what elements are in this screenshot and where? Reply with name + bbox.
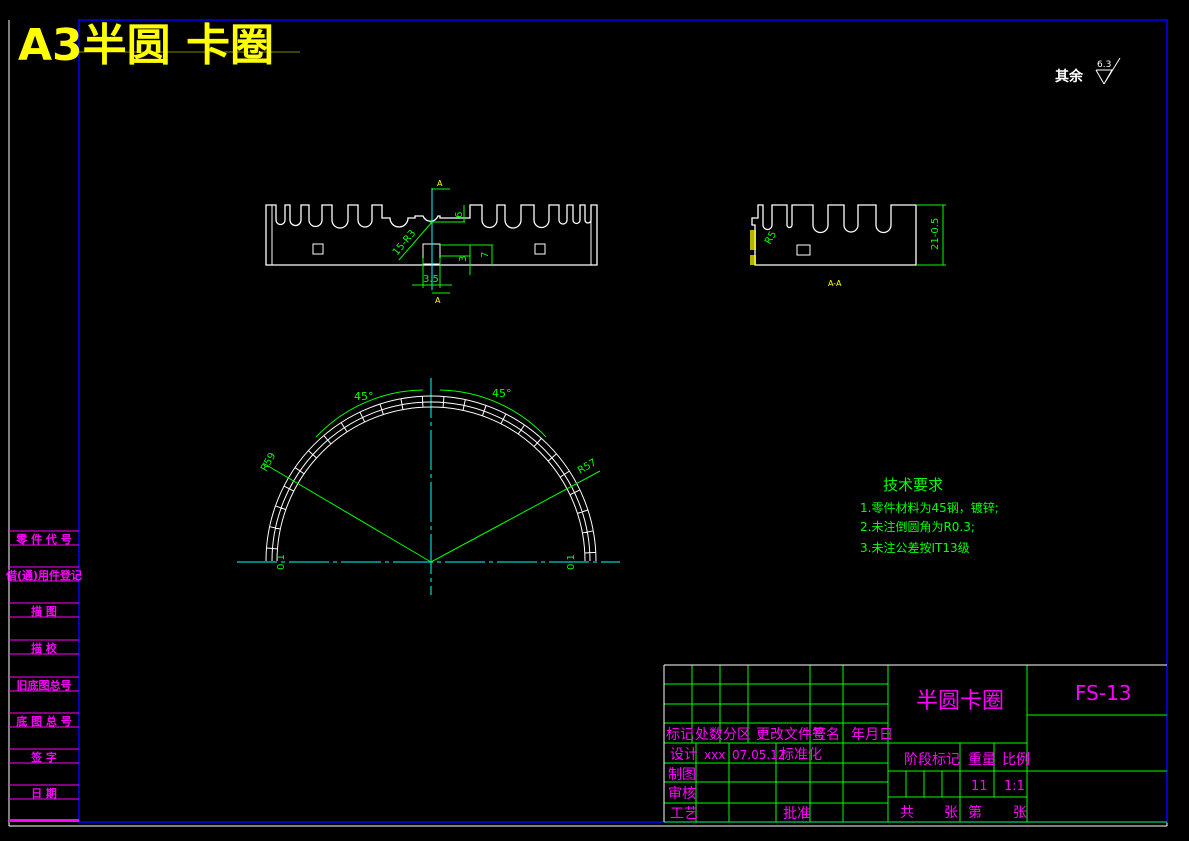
svg-text:年月日: 年月日: [851, 727, 893, 743]
svg-text:A: A: [437, 179, 443, 188]
svg-text:6.3: 6.3: [1097, 60, 1111, 70]
svg-text:分区: 分区: [723, 727, 751, 743]
roughness-symbol: 其余 6.3: [1055, 57, 1121, 85]
side-view: R5 21-0.5 A-A: [750, 204, 946, 288]
strip-bar: [9, 819, 79, 822]
svg-text:标准化: 标准化: [780, 747, 822, 763]
cad-drawing: A3半圆 卡圈 其余 6.3 A A 6 15-R3 3 7 3.5 R5 21…: [5, 19, 1168, 827]
svg-text:6: 6: [454, 212, 465, 218]
tech-requirements: 技术要求 1.零件材料为45钢，镀锌; 2.未注倒圆角为R0.3; 3.未注公差…: [860, 476, 999, 555]
svg-text:半圆卡圈: 半圆卡圈: [916, 689, 1004, 714]
svg-text:3.未注公差按IT13级: 3.未注公差按IT13级: [860, 540, 970, 555]
svg-text:A: A: [435, 296, 441, 305]
svg-text:共: 共: [900, 805, 914, 821]
strip-label: 描 图: [31, 604, 57, 618]
svg-text:标记: 标记: [666, 727, 694, 743]
svg-text:21-0.5: 21-0.5: [930, 218, 941, 250]
svg-text:11: 11: [971, 779, 988, 794]
side-strip: 零 件 代 号借(通)用件登记描 图描 校旧底图总号底 图 总 号签 字日 期: [5, 530, 82, 822]
svg-text:07.05.12: 07.05.12: [732, 748, 785, 762]
svg-text:0.1: 0.1: [276, 554, 287, 570]
svg-text:7: 7: [480, 252, 491, 258]
svg-text:审核: 审核: [668, 786, 696, 802]
strip-label: 签 字: [30, 750, 57, 764]
svg-text:45°: 45°: [492, 387, 512, 400]
strip-label: 旧底图总号: [17, 678, 72, 692]
front-view: A A 6 15-R3 3 7 3.5: [265, 179, 598, 305]
svg-text:2.未注倒圆角为R0.3;: 2.未注倒圆角为R0.3;: [860, 519, 975, 534]
svg-text:签名: 签名: [812, 726, 840, 743]
drawing-title: A3半圆 卡圈: [18, 20, 274, 71]
svg-text:技术要求: 技术要求: [883, 476, 943, 494]
svg-text:重量: 重量: [968, 752, 996, 768]
strip-label: 日 期: [31, 786, 57, 800]
svg-text:张: 张: [944, 805, 958, 821]
arc-view: 45° 45° R59 R57 0.1 0.1: [237, 378, 620, 595]
svg-text:xxx: xxx: [704, 748, 725, 762]
svg-text:批准: 批准: [783, 806, 811, 822]
svg-text:A-A: A-A: [828, 279, 842, 288]
svg-text:1:1: 1:1: [1004, 779, 1025, 794]
svg-text:比例: 比例: [1002, 752, 1030, 768]
strip-label: 零 件 代 号: [15, 532, 72, 546]
strip-label: 描 校: [31, 641, 58, 655]
title-block: 标记 处数 分区 更改文件号 签名 年月日 设计 制图 审核 工艺 xxx 07…: [663, 664, 1167, 823]
svg-text:1.零件材料为45钢，镀锌;: 1.零件材料为45钢，镀锌;: [860, 501, 999, 515]
svg-text:3.5: 3.5: [423, 274, 439, 285]
svg-text:0.1: 0.1: [566, 554, 577, 570]
svg-text:张: 张: [1013, 805, 1027, 821]
svg-text:45°: 45°: [354, 390, 374, 403]
svg-text:制图: 制图: [668, 767, 696, 783]
svg-text:设计: 设计: [670, 747, 698, 763]
strip-label: 底 图 总 号: [16, 714, 72, 728]
svg-text:工艺: 工艺: [670, 806, 698, 822]
svg-text:第: 第: [968, 804, 982, 821]
svg-text:其余: 其余: [1055, 68, 1084, 85]
svg-text:阶段标记: 阶段标记: [904, 752, 960, 768]
svg-text:3: 3: [458, 256, 469, 262]
svg-text:FS-13: FS-13: [1075, 681, 1132, 705]
svg-text:R5: R5: [763, 229, 779, 246]
strip-label: 借(通)用件登记: [5, 568, 82, 582]
svg-text:处数: 处数: [695, 727, 723, 743]
